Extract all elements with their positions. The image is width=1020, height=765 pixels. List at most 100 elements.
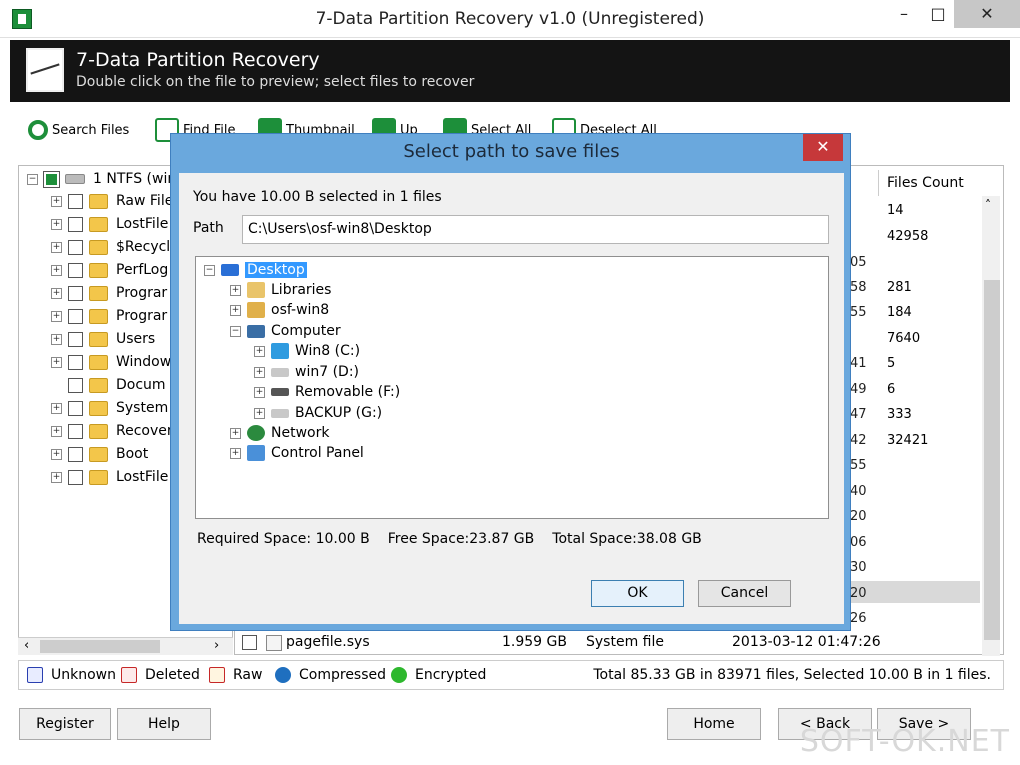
partition-icon (26, 48, 64, 92)
user-folder-icon (247, 302, 265, 318)
scroll-left-icon[interactable]: ‹ (24, 638, 29, 653)
files-count-header[interactable]: Files Count (878, 170, 973, 196)
path-label: Path (193, 220, 224, 236)
files-count-cell: 5 (887, 356, 896, 371)
partial-cell: 42 (850, 433, 867, 448)
files-count-cell: 333 (887, 407, 912, 422)
tree-item[interactable]: + Raw File (51, 190, 173, 212)
partial-cell: 20 (850, 509, 867, 524)
folder-icon (89, 377, 108, 393)
file-size: 1.959 GB (502, 634, 567, 650)
tree-item-label: Raw File (116, 193, 174, 209)
system-file-icon (266, 635, 282, 651)
tree-item-label: $Recycl (116, 239, 171, 255)
deleted-icon (121, 667, 137, 683)
tree-item[interactable]: + PerfLog (51, 259, 168, 281)
selection-info: You have 10.00 B selected in 1 files (193, 189, 442, 205)
tree-item-label: Docum (116, 377, 166, 393)
tree-node-user[interactable]: + osf-win8 (230, 300, 329, 320)
close-button[interactable]: ✕ (954, 0, 1020, 28)
partial-cell: 20 (850, 586, 867, 601)
tree-node-drive-g[interactable]: + BACKUP (G:) (254, 403, 382, 423)
search-files-button[interactable]: Search Files (28, 116, 129, 144)
tree-node-desktop[interactable]: − Desktop (204, 260, 307, 280)
collapse-icon[interactable]: − (27, 173, 38, 185)
partial-cell: 55 (850, 458, 867, 473)
drive-icon (271, 408, 289, 418)
tree-node-label: Network (271, 425, 330, 441)
selected-row-highlight[interactable] (850, 581, 980, 603)
tree-item[interactable]: + LostFile (51, 466, 168, 488)
tree-node-drive-d[interactable]: + win7 (D:) (254, 362, 359, 382)
path-input[interactable]: C:\Users\osf-win8\Desktop (242, 215, 829, 244)
ok-button[interactable]: OK (591, 580, 684, 607)
tree-node-label: Computer (271, 323, 341, 339)
tree-root-label: 1 NTFS (win (93, 171, 177, 187)
raw-icon (209, 667, 225, 683)
scroll-thumb[interactable] (40, 640, 160, 653)
tree-item[interactable]: + LostFile (51, 213, 168, 235)
tree-node-label: win7 (D:) (295, 364, 359, 380)
tree-item-label: LostFile (116, 216, 169, 232)
tree-item[interactable]: + Prograr (51, 282, 167, 304)
partial-cell: 30 (850, 560, 867, 575)
collapse-icon[interactable]: − (204, 264, 215, 276)
drive-icon (65, 174, 85, 184)
tree-item-label: System (116, 400, 169, 416)
tree-root-ntfs[interactable]: − 1 NTFS (win (27, 168, 176, 190)
status-bar: Unknown Deleted Raw Compressed Encrypted… (18, 660, 1004, 690)
tree-item[interactable]: + System (51, 397, 168, 419)
cancel-button[interactable]: Cancel (698, 580, 791, 607)
partial-cell: 05 (850, 255, 867, 270)
tree-item-label: Users (116, 331, 156, 347)
tree-item[interactable]: + Window (51, 351, 171, 373)
folder-icon (89, 331, 108, 347)
tree-node-label: Control Panel (271, 445, 364, 461)
folder-icon (89, 308, 108, 324)
tree-node-libraries[interactable]: + Libraries (230, 280, 331, 300)
tree-item-label: Window (116, 354, 172, 370)
partial-cell: 47 (850, 407, 867, 422)
tree-item-label: Prograr (116, 285, 168, 301)
dialog-close-button[interactable]: ✕ (803, 134, 843, 161)
tree-item[interactable]: + Recover (51, 420, 173, 442)
folder-icon (89, 285, 108, 301)
drive-icon (271, 367, 289, 377)
tree-node-computer[interactable]: − Computer (230, 321, 341, 341)
folder-icon (89, 446, 108, 462)
table-row[interactable]: pagefile.sys 1.959 GB System file 2013-0… (236, 632, 976, 654)
folder-tree: − Desktop + Libraries + osf-win8 − Computer… (195, 256, 829, 519)
tree-item-label: Prograr (116, 308, 168, 324)
tree-item[interactable]: Docum (68, 374, 166, 396)
folder-icon (89, 239, 108, 255)
folder-icon (89, 354, 108, 370)
tree-node-drive-c[interactable]: + Win8 (C:) (254, 341, 360, 361)
checkbox-partial[interactable] (43, 170, 60, 188)
tree-item[interactable]: + Prograr (51, 305, 167, 327)
horizontal-scrollbar[interactable]: ‹ › (18, 637, 233, 655)
scroll-right-icon[interactable]: › (214, 638, 219, 653)
header-title: 7-Data Partition Recovery (76, 49, 320, 71)
tree-item[interactable]: + Users (51, 328, 155, 350)
vertical-scroll-thumb[interactable] (984, 280, 1000, 640)
register-button[interactable]: Register (19, 708, 111, 740)
tree-node-drive-f[interactable]: + Removable (F:) (254, 382, 400, 402)
tree-node-network[interactable]: + Network (230, 423, 329, 443)
tree-node-label: BACKUP (G:) (295, 405, 383, 421)
row-checkbox[interactable] (242, 635, 257, 650)
app-header: 7-Data Partition Recovery Double click o… (10, 40, 1010, 102)
space-info: Required Space: 10.00 B Free Space:23.87… (197, 531, 702, 547)
home-button[interactable]: Home (667, 708, 761, 740)
tree-item[interactable]: + Boot (51, 443, 148, 465)
tree-item[interactable]: + $Recycl (51, 236, 170, 258)
legend-raw: Raw (209, 667, 262, 683)
help-button[interactable]: Help (117, 708, 211, 740)
tree-node-control-panel[interactable]: + Control Panel (230, 443, 364, 463)
files-count-cell: 281 (887, 280, 912, 295)
legend-compressed: Compressed (275, 667, 386, 683)
files-count-cell: 184 (887, 305, 912, 320)
libraries-icon (247, 282, 265, 298)
network-icon (247, 425, 265, 441)
scroll-up-icon[interactable]: ˄ (985, 198, 991, 212)
files-count-cell: 7640 (887, 331, 921, 346)
